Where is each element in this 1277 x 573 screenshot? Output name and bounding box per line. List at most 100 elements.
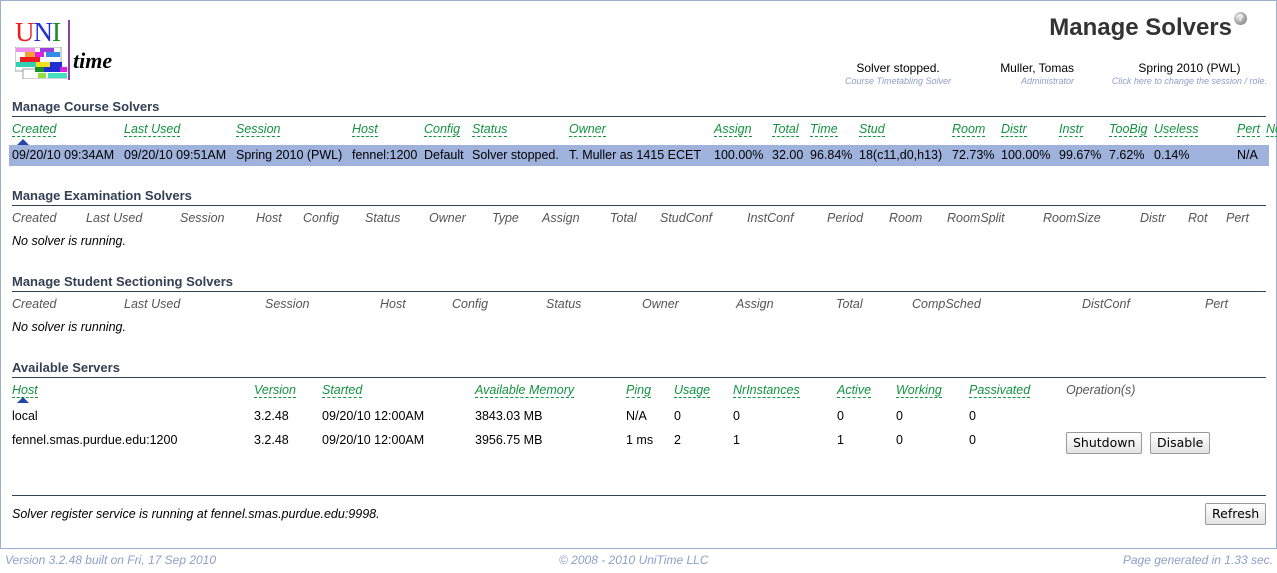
table-cell: 09/20/10 12:00AM — [322, 433, 425, 447]
column-header-created: Created — [12, 297, 57, 311]
student-solvers-title: Manage Student Sectioning Solvers — [12, 274, 234, 289]
table-cell: 99.67% — [1059, 148, 1102, 162]
table-cell: fennel:1200 — [352, 148, 418, 162]
table-cell: 72.73% — [952, 148, 995, 162]
column-header-config[interactable]: Config — [424, 122, 461, 137]
logo-uni: UNI — [15, 18, 61, 46]
column-header-status[interactable]: Status — [472, 122, 508, 137]
table-cell: Default — [424, 148, 464, 162]
user-block: Muller, Tomas Administrator — [1000, 61, 1074, 86]
column-header-last-used[interactable]: Last Used — [124, 122, 181, 137]
column-header-distconf: DistConf — [1082, 297, 1130, 311]
column-header-owner: Owner — [429, 211, 466, 225]
column-header-pert[interactable]: Pert — [1237, 122, 1260, 137]
column-header-config: Config — [303, 211, 340, 225]
student-empty-message: No solver is running. — [12, 320, 126, 334]
table-cell: 0 — [733, 409, 740, 423]
unitime-logo[interactable]: UNI time — [13, 18, 123, 80]
refresh-button[interactable]: Refresh — [1205, 503, 1267, 525]
column-header-host: Host — [380, 297, 406, 311]
table-cell: N/A — [626, 409, 647, 423]
solver-status: Solver stopped. — [856, 61, 940, 75]
register-service-message: Solver register service is running at fe… — [12, 507, 380, 521]
column-header-operation-s: Operation(s) — [1066, 383, 1136, 397]
column-header-usage[interactable]: Usage — [674, 383, 711, 398]
sort-ascending-icon — [17, 397, 29, 403]
section-divider — [12, 377, 1266, 378]
column-header-host: Host — [256, 211, 282, 225]
solver-type: Course Timetabling Solver — [845, 76, 951, 86]
table-cell: 0 — [896, 409, 903, 423]
table-cell: 3956.75 MB — [475, 433, 543, 447]
column-header-created: Created — [12, 211, 57, 225]
table-cell: T. Muller as 1415 ECET — [569, 148, 701, 162]
logo-grid-icon — [15, 47, 69, 79]
table-cell: 09/20/10 09:34AM — [12, 148, 115, 162]
table-cell: 1 — [733, 433, 740, 447]
column-header-last-used: Last Used — [86, 211, 143, 225]
column-header-roomsplit: RoomSplit — [947, 211, 1005, 225]
session-block[interactable]: Spring 2010 (PWL) Click here to change t… — [1112, 61, 1267, 86]
column-header-status: Status — [365, 211, 401, 225]
exam-empty-message: No solver is running. — [12, 234, 126, 248]
page-title: Manage Solvers — [1049, 14, 1232, 41]
table-cell: local — [12, 409, 38, 423]
table-cell: 0.14% — [1154, 148, 1190, 162]
column-header-passivated[interactable]: Passivated — [969, 383, 1031, 398]
column-header-stud[interactable]: Stud — [859, 122, 885, 137]
column-header-session[interactable]: Session — [236, 122, 281, 137]
change-session-link[interactable]: Click here to change the session / role. — [1112, 76, 1267, 86]
table-cell: 0 — [837, 409, 844, 423]
table-cell: 0 — [969, 433, 976, 447]
column-header-distr[interactable]: Distr — [1001, 122, 1027, 137]
shutdown-button[interactable]: Shutdown — [1066, 432, 1143, 454]
column-header-room: Room — [889, 211, 923, 225]
column-header-working[interactable]: Working — [896, 383, 942, 398]
column-header-host[interactable]: Host — [352, 122, 378, 137]
column-header-studconf: StudConf — [660, 211, 713, 225]
column-header-note[interactable]: Note — [1266, 122, 1277, 137]
help-icon[interactable]: ? — [1234, 12, 1247, 25]
table-cell: 1 ms — [626, 433, 654, 447]
footer-generated: Page generated in 1.33 sec. — [1122, 553, 1273, 567]
column-header-useless[interactable]: Useless — [1154, 122, 1199, 137]
column-header-compsched: CompSched — [912, 297, 981, 311]
table-cell: 100.00% — [714, 148, 764, 162]
column-header-version[interactable]: Version — [254, 383, 296, 398]
column-header-assign[interactable]: Assign — [714, 122, 752, 137]
column-header-roomsize: RoomSize — [1043, 211, 1101, 225]
column-header-time[interactable]: Time — [810, 122, 838, 137]
column-header-assign: Assign — [542, 211, 580, 225]
column-header-config: Config — [452, 297, 489, 311]
table-cell: 0 — [896, 433, 903, 447]
table-cell: 3.2.48 — [254, 433, 289, 447]
servers-title: Available Servers — [12, 360, 120, 375]
column-header-host[interactable]: Host — [12, 383, 38, 398]
column-header-distr: Distr — [1140, 211, 1166, 225]
column-header-available-memory[interactable]: Available Memory — [475, 383, 575, 398]
column-header-owner: Owner — [642, 297, 679, 311]
table-cell: 2 — [674, 433, 681, 447]
column-header-total[interactable]: Total — [772, 122, 799, 137]
column-header-active[interactable]: Active — [837, 383, 872, 398]
column-header-owner[interactable]: Owner — [569, 122, 606, 137]
table-cell: N/A — [1237, 148, 1258, 162]
column-header-created[interactable]: Created — [12, 122, 57, 137]
column-header-ping[interactable]: Ping — [626, 383, 652, 398]
table-cell: 100.00% — [1001, 148, 1051, 162]
column-header-instr[interactable]: Instr — [1059, 122, 1084, 137]
table-cell: 1 — [837, 433, 844, 447]
column-header-session: Session — [180, 211, 225, 225]
solver-status-block[interactable]: Solver stopped. Course Timetabling Solve… — [845, 61, 951, 86]
column-header-started[interactable]: Started — [322, 383, 363, 398]
column-header-toobig[interactable]: TooBig — [1109, 122, 1148, 137]
table-cell: 0 — [969, 409, 976, 423]
table-cell: 3.2.48 — [254, 409, 289, 423]
column-header-assign: Assign — [736, 297, 774, 311]
disable-button[interactable]: Disable — [1150, 432, 1211, 454]
table-cell: Spring 2010 (PWL) — [236, 148, 343, 162]
column-header-total: Total — [836, 297, 863, 311]
column-header-room[interactable]: Room — [952, 122, 986, 137]
user-role: Administrator — [1020, 76, 1074, 86]
column-header-nrinstances[interactable]: NrInstances — [733, 383, 800, 398]
